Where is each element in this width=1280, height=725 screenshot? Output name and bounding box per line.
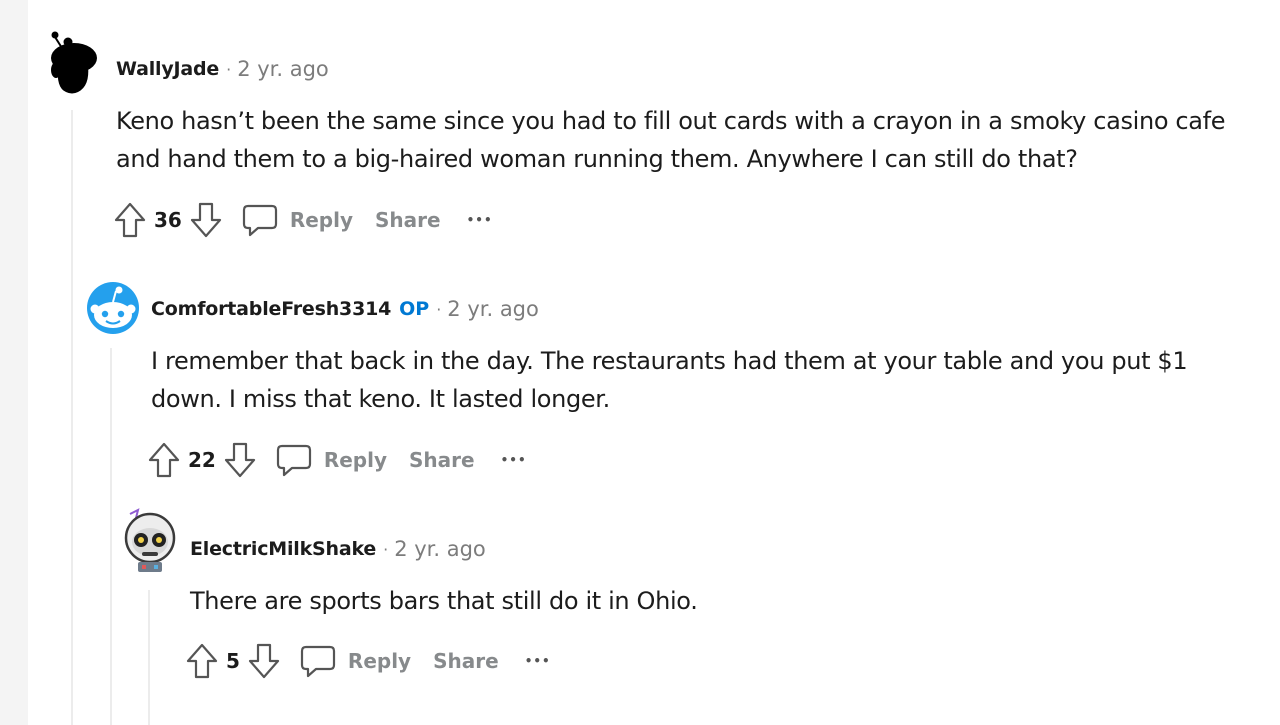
thread-line-level-3[interactable]: [148, 590, 150, 725]
share-button[interactable]: Share: [409, 448, 475, 472]
meta-separator: ·: [226, 59, 232, 79]
reply-label: Reply: [323, 448, 388, 472]
share-button[interactable]: Share: [375, 208, 441, 232]
reply-label: Reply: [347, 649, 412, 673]
op-badge: OP: [399, 298, 430, 320]
comment-body-line: There are sports bars that still do it i…: [190, 587, 698, 615]
more-options-button[interactable]: •••: [501, 453, 527, 467]
comment-bubble-icon: [300, 645, 336, 678]
vote-count: 36: [154, 208, 182, 232]
upvote-button[interactable]: [186, 643, 218, 679]
comment-body-line: Keno hasn’t been the same since you had …: [116, 107, 1226, 135]
comment-body: There are sports bars that still do it i…: [190, 582, 698, 620]
meta-separator: ·: [436, 299, 442, 319]
comment-header: ElectricMilkShake · 2 yr. ago: [190, 537, 486, 561]
comment-body: I remember that back in the day. The res…: [151, 342, 1188, 418]
comment-age[interactable]: 2 yr. ago: [394, 537, 486, 561]
reply-button[interactable]: Reply: [242, 202, 353, 238]
comment-bubble-icon: [242, 204, 277, 237]
downvote-icon: [224, 442, 255, 478]
comment-actions: 22 Reply Share •••: [148, 440, 527, 480]
meta-separator: ·: [383, 539, 389, 559]
more-options-button[interactable]: •••: [467, 213, 493, 227]
username[interactable]: ComfortableFresh3314: [151, 298, 391, 320]
comment-age[interactable]: 2 yr. ago: [447, 297, 539, 321]
upvote-button[interactable]: [148, 442, 180, 478]
vote-count: 5: [226, 649, 240, 673]
upvote-button[interactable]: [114, 202, 146, 238]
reply-label: Reply: [289, 208, 354, 232]
avatar[interactable]: [120, 508, 180, 574]
username[interactable]: ElectricMilkShake: [190, 538, 376, 560]
comment-bubble-icon: [276, 444, 311, 477]
comment-body-line: I remember that back in the day. The res…: [151, 347, 1188, 375]
avatar[interactable]: [86, 281, 140, 335]
thread-line-level-1[interactable]: [71, 110, 73, 725]
downvote-icon: [190, 202, 221, 238]
downvote-icon: [248, 643, 280, 679]
comment-actions: 5 Reply Share •••: [186, 641, 551, 681]
comment-actions: 36 Reply Share •••: [114, 200, 493, 240]
avatar[interactable]: [46, 28, 102, 96]
reply-button[interactable]: Reply: [300, 643, 411, 679]
comment-thread: WallyJade · 2 yr. ago Keno hasn’t been t…: [28, 0, 1280, 725]
thread-line-level-2[interactable]: [110, 348, 112, 725]
comment-body: Keno hasn’t been the same since you had …: [116, 102, 1226, 178]
more-options-button[interactable]: •••: [525, 654, 551, 668]
upvote-icon: [114, 202, 146, 238]
comment-age[interactable]: 2 yr. ago: [237, 57, 329, 81]
comment-body-line: and hand them to a big-haired woman runn…: [116, 145, 1078, 173]
comment-header: ComfortableFresh3314 OP · 2 yr. ago: [151, 297, 539, 321]
reply-button[interactable]: Reply: [276, 442, 387, 478]
share-button[interactable]: Share: [433, 649, 499, 673]
downvote-button[interactable]: [190, 202, 222, 238]
upvote-icon: [186, 643, 218, 679]
comment-header: WallyJade · 2 yr. ago: [116, 57, 329, 81]
downvote-button[interactable]: [248, 643, 280, 679]
comment-body-line: down. I miss that keno. It lasted longer…: [151, 385, 610, 413]
upvote-icon: [148, 442, 180, 478]
vote-count: 22: [188, 448, 216, 472]
username[interactable]: WallyJade: [116, 58, 219, 80]
downvote-button[interactable]: [224, 442, 256, 478]
